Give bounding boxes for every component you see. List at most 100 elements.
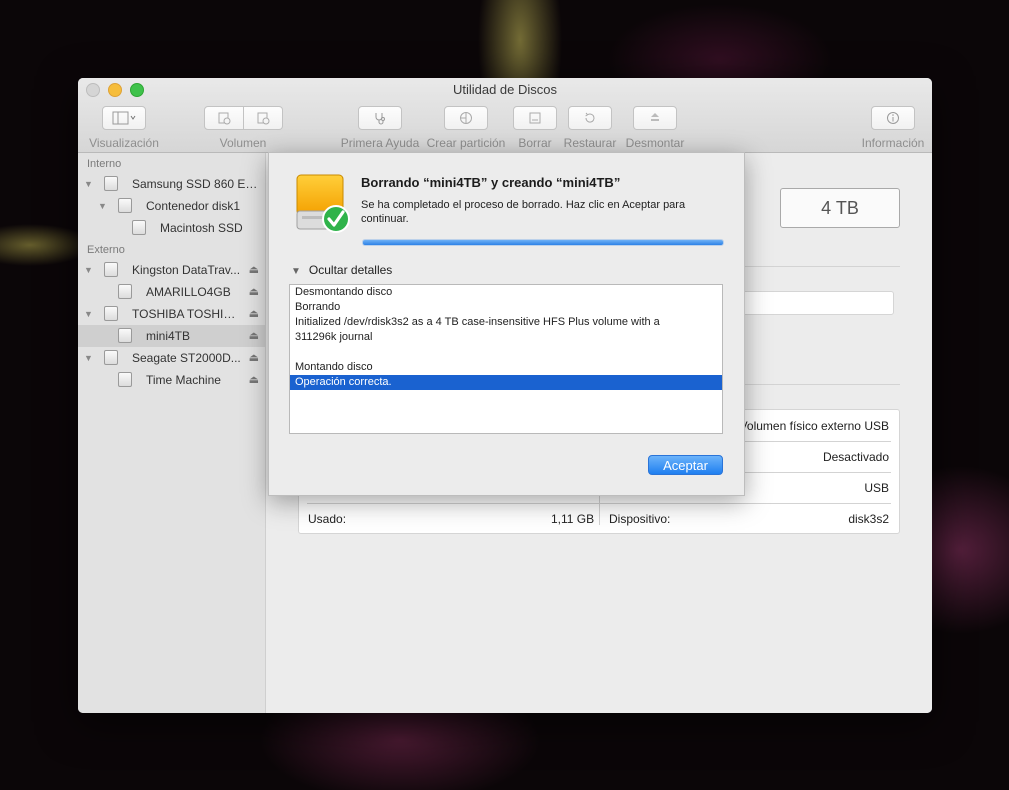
sidebar-item-label: Seagate ST2000D... bbox=[132, 351, 241, 365]
view-label: Visualización bbox=[89, 136, 159, 150]
status-value: Desactivado bbox=[822, 450, 889, 464]
sidebar-item-amarillo[interactable]: AMARILLO4GB ⏏ bbox=[78, 281, 265, 303]
eject-icon[interactable]: ⏏ bbox=[249, 303, 259, 325]
restore-label: Restaurar bbox=[563, 136, 617, 150]
progress-fill bbox=[363, 240, 723, 245]
log-line: Montando disco bbox=[295, 361, 373, 373]
log-line: Initialized /dev/rdisk3s2 as a 4 TB case… bbox=[295, 316, 660, 328]
add-volume-icon bbox=[218, 112, 230, 125]
disclosure-triangle-icon[interactable]: ▼ bbox=[84, 347, 93, 369]
usage-bar bbox=[736, 291, 894, 315]
info-button[interactable] bbox=[871, 106, 915, 130]
disclosure-triangle-icon[interactable]: ▼ bbox=[84, 303, 93, 325]
dialog-message: Se ha completado el proceso de borrado. … bbox=[361, 199, 686, 225]
first-aid-group: Primera Ayuda bbox=[340, 106, 420, 150]
erase-label: Borrar bbox=[518, 136, 552, 150]
partition-label: Crear partición bbox=[426, 136, 506, 150]
sidebar-item-samsung[interactable]: ▼ Samsung SSD 860 EV... bbox=[78, 173, 265, 195]
disclosure-triangle-icon[interactable]: ▼ bbox=[84, 173, 93, 195]
stethoscope-icon bbox=[375, 113, 385, 125]
restore-group: Restaurar bbox=[562, 106, 618, 150]
sidebar-item-label: AMARILLO4GB bbox=[146, 285, 231, 299]
info-icon bbox=[887, 112, 899, 124]
details-log[interactable]: Desmontando disco Borrando Initialized /… bbox=[289, 284, 723, 434]
first-aid-button[interactable] bbox=[358, 106, 402, 130]
log-line-selected: Operación correcta. bbox=[290, 375, 722, 390]
partition-button[interactable] bbox=[444, 106, 488, 130]
dialog-title: Borrando “mini4TB” y creando “mini4TB” bbox=[361, 175, 621, 190]
eject-icon[interactable]: ⏏ bbox=[249, 325, 259, 347]
sidebar-section-external: Externo bbox=[87, 244, 125, 256]
volume-group: Volumen bbox=[202, 106, 284, 150]
accept-button[interactable]: Aceptar bbox=[648, 455, 723, 475]
erase-button[interactable] bbox=[513, 106, 557, 130]
device-value: disk3s2 bbox=[848, 512, 889, 526]
eject-icon[interactable]: ⏏ bbox=[249, 281, 259, 303]
sidebar-item-toshiba[interactable]: ▼ TOSHIBA TOSHIBA... ⏏ bbox=[78, 303, 265, 325]
volume-icon bbox=[118, 372, 132, 387]
sidebar-section-internal: Interno bbox=[87, 158, 122, 170]
remove-volume-icon bbox=[257, 112, 269, 125]
volume-buttons bbox=[202, 106, 284, 130]
connection-value: Volumen físico externo USB bbox=[739, 419, 889, 433]
erase-group: Borrar bbox=[512, 106, 558, 150]
bus-value: USB bbox=[864, 481, 889, 495]
external-disk-icon bbox=[104, 350, 118, 365]
sidebar-icon bbox=[112, 111, 136, 125]
partition-icon bbox=[460, 112, 472, 124]
partition-group: Crear partición bbox=[425, 106, 507, 150]
sidebar-item-seagate[interactable]: ▼ Seagate ST2000D... ⏏ bbox=[78, 347, 265, 369]
log-line: 311296k journal bbox=[295, 331, 373, 343]
sidebar-item-macintosh-ssd[interactable]: Macintosh SSD bbox=[78, 217, 265, 239]
volume-icon bbox=[118, 328, 132, 343]
disclosure-triangle-icon[interactable]: ▼ bbox=[98, 195, 107, 217]
sidebar-item-kingston[interactable]: ▼ Kingston DataTrav... ⏏ bbox=[78, 259, 265, 281]
sidebar: Interno ▼ Samsung SSD 860 EV... ▼ Conten… bbox=[78, 153, 266, 713]
hide-details-toggle[interactable]: ▼ Ocultar detalles bbox=[291, 263, 392, 277]
used-label: Usado: bbox=[308, 512, 347, 526]
restore-icon bbox=[585, 112, 595, 123]
sidebar-item-container[interactable]: ▼ Contenedor disk1 bbox=[78, 195, 265, 217]
container-icon bbox=[118, 198, 132, 213]
titlebar: Utilidad de Discos Visualización Volumen bbox=[78, 78, 932, 153]
progress-bar bbox=[362, 239, 724, 246]
eject-icon[interactable]: ⏏ bbox=[249, 369, 259, 391]
sidebar-item-label: Contenedor disk1 bbox=[146, 199, 241, 213]
view-group: Visualización bbox=[86, 106, 162, 150]
first-aid-label: Primera Ayuda bbox=[340, 136, 420, 150]
log-line: Borrando bbox=[295, 301, 341, 313]
disclosure-triangle-icon[interactable]: ▼ bbox=[84, 259, 93, 281]
eject-icon[interactable]: ⏏ bbox=[249, 347, 259, 369]
volume-icon bbox=[118, 284, 132, 299]
external-disk-icon bbox=[104, 262, 118, 277]
volume-icon bbox=[132, 220, 146, 235]
add-volume-button[interactable] bbox=[203, 106, 244, 130]
sidebar-item-label: mini4TB bbox=[146, 329, 191, 343]
unmount-button[interactable] bbox=[633, 106, 677, 130]
hide-details-label: Ocultar detalles bbox=[308, 263, 393, 277]
info-group: Información bbox=[860, 106, 926, 150]
volume-label: Volumen bbox=[219, 136, 267, 150]
erase-progress-dialog: Borrando “mini4TB” y creando “mini4TB” S… bbox=[268, 152, 745, 496]
window-title: Utilidad de Discos bbox=[452, 82, 558, 97]
internal-disk-icon bbox=[104, 176, 118, 191]
eject-icon[interactable]: ⏏ bbox=[249, 259, 259, 281]
external-disk-icon bbox=[104, 306, 118, 321]
sidebar-item-label: Samsung SSD 860 EV... bbox=[132, 177, 258, 191]
sidebar-item-label: Time Machine bbox=[146, 373, 221, 387]
sidebar-item-label: TOSHIBA TOSHIBA... bbox=[132, 307, 242, 321]
sidebar-item-label: Kingston DataTrav... bbox=[132, 263, 241, 277]
sidebar-item-label: Macintosh SSD bbox=[160, 221, 243, 235]
view-button[interactable] bbox=[102, 106, 146, 130]
unmount-group: Desmontar bbox=[624, 106, 686, 150]
erase-icon bbox=[529, 112, 541, 124]
capacity-box: 4 TB bbox=[780, 188, 900, 228]
sidebar-item-time-machine[interactable]: Time Machine ⏏ bbox=[78, 369, 265, 391]
restore-button[interactable] bbox=[568, 106, 612, 130]
drive-success-icon bbox=[296, 174, 350, 233]
unmount-label: Desmontar bbox=[625, 136, 685, 150]
remove-volume-button[interactable] bbox=[243, 106, 283, 130]
sidebar-item-mini4tb[interactable]: mini4TB ⏏ bbox=[78, 325, 265, 347]
disclosure-triangle-icon: ▼ bbox=[291, 266, 301, 277]
